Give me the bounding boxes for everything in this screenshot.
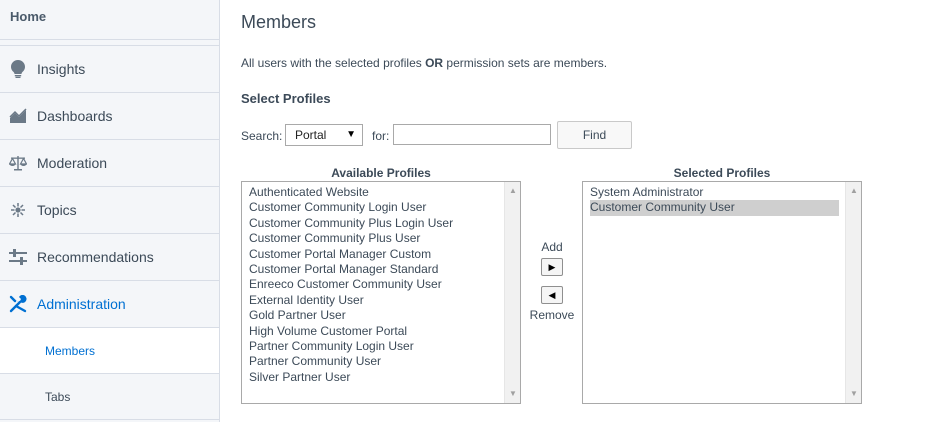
- description-text: permission sets are members.: [443, 56, 608, 70]
- topics-icon: [8, 200, 28, 220]
- dropdown-arrow-icon: ▼: [346, 129, 356, 140]
- description-emphasis: OR: [425, 56, 444, 70]
- sidebar-home-label: Home: [10, 9, 47, 24]
- selected-items: System Administrator Customer Community U…: [583, 182, 861, 216]
- for-label: for:: [372, 129, 390, 143]
- page-description: All users with the selected profiles OR …: [241, 56, 607, 70]
- tools-icon: [8, 294, 28, 314]
- search-input[interactable]: [393, 124, 551, 145]
- available-items: Authenticated Website Customer Community …: [242, 182, 520, 385]
- sidebar-item-moderation[interactable]: Moderation: [0, 140, 219, 187]
- list-option[interactable]: Authenticated Website: [249, 185, 520, 200]
- list-option[interactable]: Enreeco Customer Community User: [249, 277, 520, 292]
- list-option[interactable]: Customer Portal Manager Standard: [249, 262, 520, 277]
- scroll-down-icon[interactable]: ▼: [846, 387, 861, 401]
- sidebar-home-link[interactable]: Home: [0, 0, 219, 40]
- add-label: Add: [541, 240, 563, 254]
- move-controls: Add ▶ ◀ Remove: [523, 240, 581, 322]
- sidebar-item-recommendations[interactable]: Recommendations: [0, 234, 219, 281]
- list-option[interactable]: High Volume Customer Portal: [249, 324, 520, 339]
- sidebar-item-dashboards[interactable]: Dashboards: [0, 93, 219, 140]
- search-label: Search:: [241, 129, 283, 143]
- scroll-down-icon[interactable]: ▼: [505, 387, 520, 401]
- arrow-left-icon: ◀: [548, 289, 556, 300]
- scroll-up-icon[interactable]: ▲: [846, 184, 861, 198]
- remove-label: Remove: [529, 308, 575, 322]
- sidebar-subitem-label: Tabs: [45, 389, 71, 404]
- list-option[interactable]: Customer Community Plus Login User: [249, 216, 520, 231]
- description-text: All users with the selected profiles: [241, 56, 426, 70]
- main-content: Members All users with the selected prof…: [241, 0, 948, 422]
- sidebar: Home Insights Dashboards Moderation Topi…: [0, 0, 220, 422]
- chart-icon: [8, 106, 28, 126]
- list-option[interactable]: External Identity User: [249, 293, 520, 308]
- scales-icon: [8, 153, 28, 173]
- available-profiles-list[interactable]: Authenticated Website Customer Community …: [241, 181, 521, 404]
- scrollbar[interactable]: ▲ ▼: [845, 182, 861, 403]
- sidebar-subitem-tabs[interactable]: Tabs: [0, 374, 219, 420]
- list-option[interactable]: Customer Portal Manager Custom: [249, 247, 520, 262]
- sidebar-item-label: Moderation: [37, 155, 108, 171]
- sidebar-item-label: Topics: [37, 202, 77, 218]
- scrollbar[interactable]: ▲ ▼: [504, 182, 520, 403]
- list-option[interactable]: Silver Partner User: [249, 370, 520, 385]
- profile-type-select[interactable]: Portal ▼: [285, 124, 363, 146]
- sidebar-subitem-label: Members: [45, 343, 96, 358]
- list-option[interactable]: Customer Community Plus User: [249, 231, 520, 246]
- scroll-up-icon[interactable]: ▲: [505, 184, 520, 198]
- list-option[interactable]: Partner Community Login User: [249, 339, 520, 354]
- arrow-right-icon: ▶: [548, 261, 556, 272]
- sidebar-item-label: Insights: [37, 61, 86, 77]
- sidebar-item-administration[interactable]: Administration: [0, 281, 219, 328]
- add-button[interactable]: ▶: [541, 258, 563, 276]
- sidebar-item-label: Administration: [37, 296, 126, 312]
- selected-profiles-header: Selected Profiles: [673, 166, 771, 180]
- list-option[interactable]: Customer Community User: [590, 200, 839, 216]
- available-profiles-header: Available Profiles: [331, 166, 431, 180]
- sidebar-item-label: Dashboards: [37, 108, 113, 124]
- list-option[interactable]: Customer Community Login User: [249, 200, 520, 215]
- selected-profiles-list[interactable]: System Administrator Customer Community U…: [582, 181, 862, 404]
- sidebar-item-insights[interactable]: Insights: [0, 46, 219, 93]
- list-option[interactable]: Gold Partner User: [249, 308, 520, 323]
- sidebar-subitem-members[interactable]: Members: [0, 328, 219, 374]
- page-title: Members: [241, 12, 317, 32]
- select-value: Portal: [295, 128, 327, 142]
- remove-button[interactable]: ◀: [541, 286, 563, 304]
- sliders-icon: [8, 247, 28, 267]
- section-title: Select Profiles: [241, 91, 331, 106]
- list-option[interactable]: System Administrator: [590, 185, 861, 200]
- sidebar-item-label: Recommendations: [37, 249, 154, 265]
- find-button[interactable]: Find: [557, 121, 632, 149]
- lightbulb-icon: [8, 59, 28, 79]
- list-option[interactable]: Partner Community User: [249, 354, 520, 369]
- sidebar-item-topics[interactable]: Topics: [0, 187, 219, 234]
